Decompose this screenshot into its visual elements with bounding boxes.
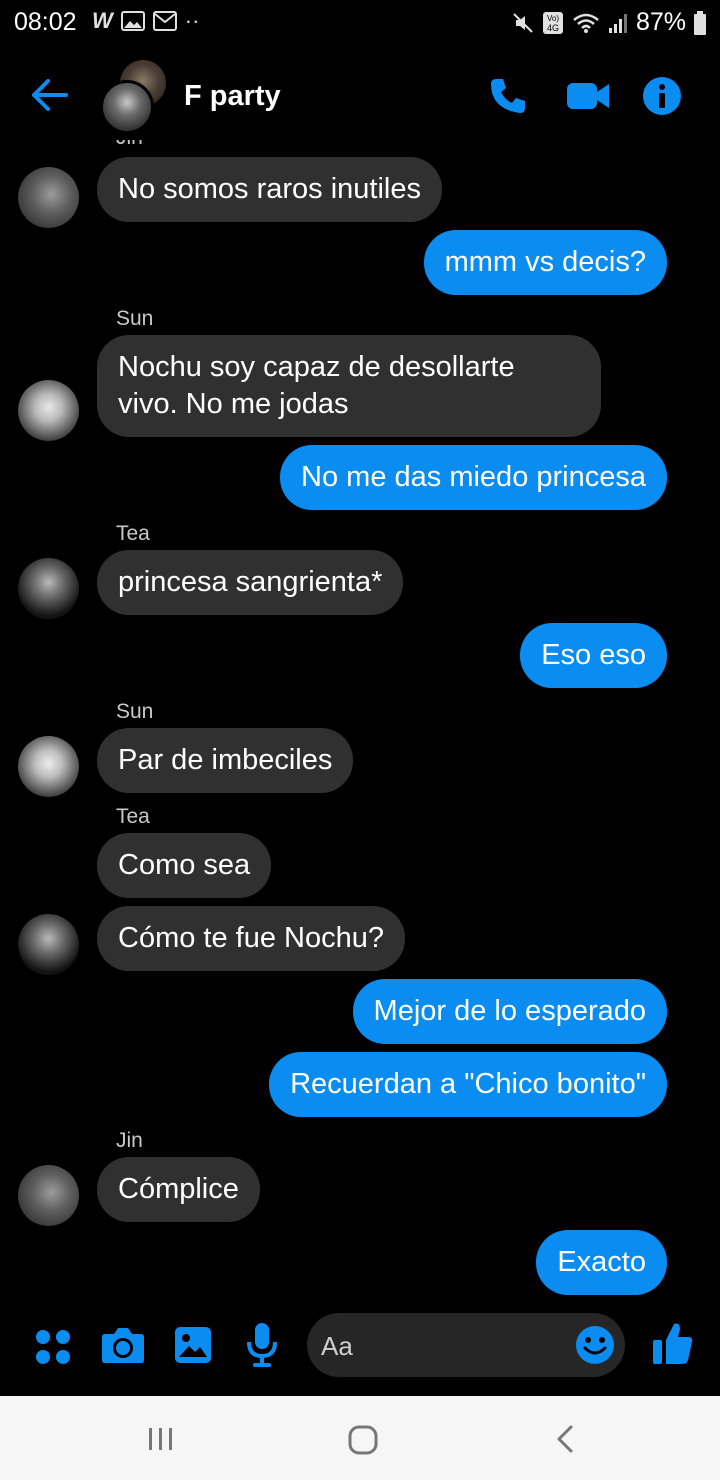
message-bubble[interactable]: Recuerdan a "Chico bonito": [269, 1052, 667, 1117]
emoji-icon[interactable]: [575, 1325, 615, 1365]
w-icon: W: [92, 8, 113, 33]
wifi-icon: [573, 13, 599, 33]
message-composer: Aa: [0, 1310, 720, 1390]
avatar[interactable]: [18, 558, 79, 619]
avatar: [100, 80, 154, 134]
conversation-title[interactable]: F party: [184, 80, 281, 113]
message-bubble[interactable]: Exacto: [536, 1230, 667, 1295]
sender-name: Jin: [116, 1129, 143, 1152]
message-bubble[interactable]: mmm vs decis?: [423, 230, 667, 295]
battery-icon: [694, 10, 706, 35]
mute-icon: [513, 12, 533, 33]
sender-name: Sun: [116, 307, 154, 330]
input-placeholder: Aa: [321, 1331, 353, 1361]
volte-icon: Vo)4G: [542, 11, 563, 34]
message-bubble[interactable]: Nochu soy capaz de desollarte vivo. No m…: [97, 335, 601, 437]
back-arrow-icon[interactable]: [30, 78, 68, 112]
sender-name: Sun: [116, 700, 154, 723]
video-icon[interactable]: [566, 80, 610, 112]
sender-name: Tea: [116, 522, 150, 545]
message-bubble[interactable]: No me das miedo princesa: [280, 445, 667, 510]
message-input[interactable]: Aa: [307, 1313, 625, 1377]
apps-icon[interactable]: [34, 1328, 72, 1366]
back-icon[interactable]: [554, 1424, 576, 1454]
message-bubble[interactable]: Eso eso: [520, 623, 667, 688]
sender-name: Tea: [116, 805, 150, 828]
signal-icon: [608, 13, 627, 33]
gmail-icon: [152, 11, 177, 31]
avatar[interactable]: [18, 914, 79, 975]
message-bubble[interactable]: Como sea: [97, 833, 272, 898]
group-avatar[interactable]: [100, 60, 170, 134]
message-bubble[interactable]: No somos raros inutiles: [97, 157, 442, 222]
avatar[interactable]: [18, 736, 79, 797]
status-bar: 08:02 W ·· Vo) 4G 87%: [0, 0, 720, 44]
conversation-header: F party: [0, 56, 720, 140]
avatar[interactable]: [18, 380, 79, 441]
dots-icon: ··: [184, 8, 200, 33]
message-bubble[interactable]: princesa sangrienta*: [97, 550, 404, 615]
message-bubble[interactable]: Cómo te fue Nochu?: [97, 906, 405, 971]
mic-icon[interactable]: [246, 1322, 278, 1368]
message-bubble[interactable]: Cómplice: [97, 1157, 260, 1222]
message-bubble[interactable]: Par de imbeciles: [97, 728, 354, 793]
status-time: 08:02: [14, 8, 77, 36]
avatar[interactable]: [18, 167, 79, 228]
phone-icon[interactable]: [488, 76, 528, 116]
svg-text:4G: 4G: [547, 23, 559, 33]
info-icon[interactable]: [642, 76, 682, 116]
clipped-sender-label: Jin: [116, 140, 156, 150]
camera-icon[interactable]: [101, 1326, 145, 1364]
message-bubble[interactable]: Mejor de lo esperado: [352, 979, 667, 1044]
system-nav-bar: [0, 1396, 720, 1480]
image-icon: [120, 11, 145, 31]
svg-text:Vo): Vo): [547, 14, 559, 23]
avatar[interactable]: [18, 1165, 79, 1226]
thumbs-up-icon[interactable]: [652, 1320, 694, 1366]
gallery-icon[interactable]: [174, 1326, 212, 1364]
recents-icon[interactable]: [146, 1426, 176, 1452]
battery-percent: 87%: [635, 8, 686, 36]
home-icon[interactable]: [347, 1424, 379, 1456]
